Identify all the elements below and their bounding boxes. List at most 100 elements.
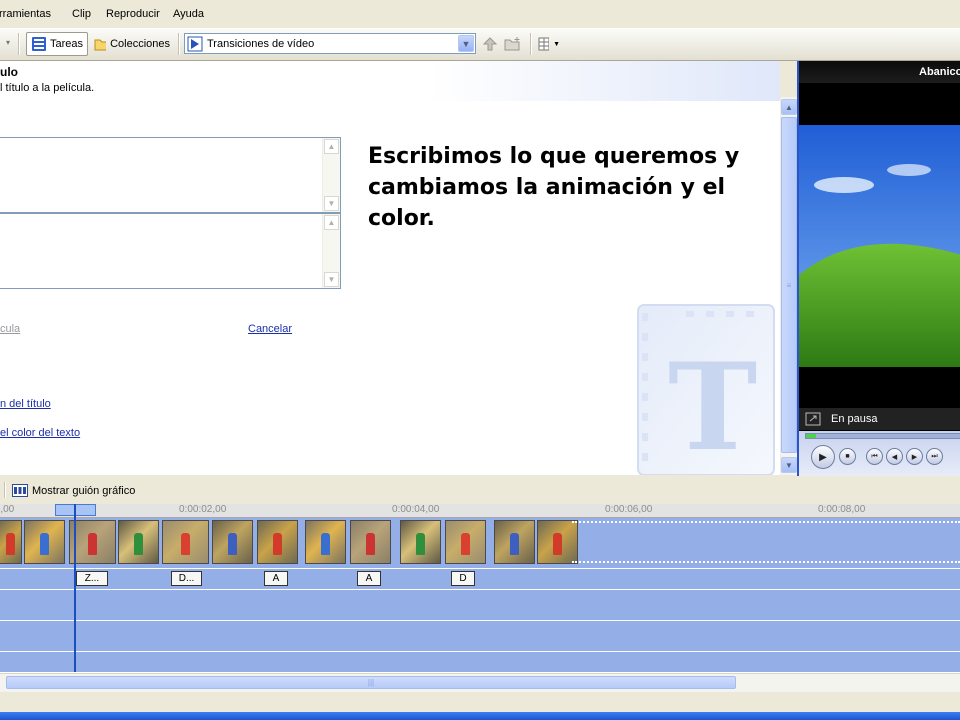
video-clip-thumbnail[interactable] bbox=[24, 520, 65, 564]
ruler-tick: 0:00:02,00 bbox=[179, 504, 227, 515]
rewind-button[interactable]: ◀ bbox=[886, 448, 903, 465]
video-clip-thumbnail[interactable] bbox=[400, 520, 441, 564]
ruler-tick: ),00 bbox=[0, 504, 15, 515]
title-clip[interactable]: D... bbox=[171, 571, 202, 586]
instruction-callout: Escribimos lo que queremos y cambiamos l… bbox=[368, 144, 740, 231]
folder-up-icon[interactable] bbox=[482, 36, 498, 52]
title-clip[interactable]: Z... bbox=[76, 571, 108, 586]
scroll-up-icon[interactable]: ▲ bbox=[324, 215, 339, 230]
title-clip[interactable]: D bbox=[451, 571, 475, 586]
toolbar-separator bbox=[178, 33, 180, 55]
video-clip-thumbnail[interactable] bbox=[445, 520, 486, 564]
show-storyboard-button[interactable]: Mostrar guión gráfico bbox=[12, 484, 135, 497]
view-options-button[interactable]: ▼ bbox=[534, 32, 564, 56]
music-track[interactable] bbox=[0, 621, 960, 652]
task-header: ulo l título a la película. bbox=[0, 61, 780, 101]
textarea-scrollbar[interactable]: ▲ ▼ bbox=[322, 138, 340, 212]
timeline-toolbar: Mostrar guión gráfico bbox=[0, 477, 960, 504]
collection-select-value: Transiciones de vídeo bbox=[207, 37, 315, 50]
textarea-scrollbar[interactable]: ▲ ▼ bbox=[322, 214, 340, 288]
previous-button[interactable]: ⏮ bbox=[866, 448, 883, 465]
toolbar-separator bbox=[530, 33, 532, 55]
clip-figure bbox=[553, 533, 562, 555]
audio-track[interactable] bbox=[0, 590, 960, 621]
title-clip[interactable]: A bbox=[357, 571, 381, 586]
scroll-down-icon[interactable]: ▼ bbox=[324, 272, 339, 287]
svg-text:T: T bbox=[668, 337, 757, 475]
windows-taskbar bbox=[0, 712, 960, 720]
monitor-status-bar: En pausa bbox=[799, 408, 960, 430]
video-clip-thumbnail[interactable] bbox=[0, 520, 22, 564]
video-clip-thumbnail[interactable] bbox=[162, 520, 209, 564]
task-title: ulo bbox=[0, 65, 18, 79]
title-overlay-track[interactable]: Z... D... A A D bbox=[0, 569, 960, 590]
clip-figure bbox=[6, 533, 15, 555]
clip-figure bbox=[273, 533, 282, 555]
new-folder-icon[interactable] bbox=[504, 36, 522, 52]
task-pane-scrollbar[interactable]: ▲ ≡ ▼ bbox=[780, 97, 797, 475]
scrollbar-thumb[interactable]: ≡ bbox=[781, 117, 797, 453]
monitor-title-bar: Abanico bbox=[799, 61, 960, 83]
toolbar-separator bbox=[4, 482, 6, 498]
video-clip-thumbnail[interactable] bbox=[118, 520, 159, 564]
tasks-label: Tareas bbox=[49, 38, 83, 50]
playhead[interactable] bbox=[74, 504, 76, 672]
menu-ayuda[interactable]: Ayuda bbox=[173, 8, 204, 20]
menu-clip[interactable]: Clip bbox=[72, 8, 91, 20]
stop-button[interactable]: ■ bbox=[839, 448, 856, 465]
collection-select[interactable]: Transiciones de vídeo ▼ bbox=[184, 33, 476, 54]
clip-figure bbox=[510, 533, 519, 555]
clip-figure bbox=[134, 533, 143, 555]
tasks-button[interactable]: Tareas bbox=[26, 32, 88, 56]
video-clip-thumbnail[interactable] bbox=[305, 520, 346, 564]
scroll-up-icon[interactable]: ▲ bbox=[324, 139, 339, 154]
clip-figure bbox=[416, 533, 425, 555]
view-grid-icon bbox=[538, 37, 550, 51]
video-clip-thumbnail[interactable] bbox=[69, 520, 116, 564]
forward-button[interactable]: ▶ bbox=[906, 448, 923, 465]
menu-herramientas[interactable]: rramientas bbox=[0, 8, 51, 20]
ruler-tick: 0:00:06,00 bbox=[605, 504, 653, 515]
folder-icon bbox=[94, 39, 107, 51]
subtitle-text-input[interactable]: ▲ ▼ bbox=[0, 213, 341, 289]
add-title-to-movie-link[interactable]: cula bbox=[0, 323, 20, 335]
timeline-scrollbar[interactable]: ||| bbox=[0, 673, 960, 692]
preview-monitor: Abanico En pausa ▶ ■ ⏮ ◀ ▶ ⏭ bbox=[797, 61, 960, 476]
title-watermark-icon: T bbox=[637, 304, 775, 475]
video-clip-thumbnail[interactable] bbox=[212, 520, 253, 564]
clip-figure bbox=[181, 533, 190, 555]
seek-bar[interactable] bbox=[805, 433, 960, 439]
menu-reproducir[interactable]: Reproducir bbox=[106, 8, 160, 20]
scroll-down-icon[interactable]: ▼ bbox=[324, 196, 339, 211]
seek-thumb[interactable] bbox=[806, 434, 816, 438]
video-clip-thumbnail[interactable] bbox=[494, 520, 535, 564]
change-text-color-link[interactable]: el color del texto bbox=[0, 427, 80, 439]
clip-figure bbox=[321, 533, 330, 555]
video-clip-thumbnail[interactable] bbox=[257, 520, 298, 564]
playback-controls: ▶ ■ ⏮ ◀ ▶ ⏭ bbox=[799, 431, 960, 476]
next-button[interactable]: ⏭ bbox=[926, 448, 943, 465]
scroll-down-icon[interactable]: ▼ bbox=[781, 457, 797, 473]
title-text-input[interactable]: ▲ ▼ bbox=[0, 137, 341, 213]
change-title-animation-link[interactable]: n del título bbox=[0, 398, 51, 410]
extra-track[interactable] bbox=[0, 652, 960, 673]
preview-screen bbox=[799, 125, 960, 367]
title-clip[interactable]: A bbox=[264, 571, 288, 586]
chevron-down-icon: ▼ bbox=[553, 40, 560, 48]
collections-button[interactable]: Colecciones bbox=[90, 32, 174, 56]
scrollbar-thumb[interactable]: ||| bbox=[6, 676, 736, 689]
play-button[interactable]: ▶ bbox=[811, 445, 835, 469]
chevron-down-icon[interactable]: ▾ bbox=[6, 38, 10, 47]
empty-track-area bbox=[572, 521, 960, 563]
monitor-title: Abanico bbox=[919, 66, 960, 78]
video-clip-thumbnail[interactable] bbox=[350, 520, 391, 564]
scroll-up-icon[interactable]: ▲ bbox=[781, 99, 797, 115]
task-pane: ulo l título a la película. ▲ ▼ ▲ ▼ Escr… bbox=[0, 61, 780, 475]
task-subtitle: l título a la película. bbox=[0, 82, 95, 94]
chevron-down-icon[interactable]: ▼ bbox=[458, 35, 474, 52]
tasks-icon bbox=[32, 37, 46, 51]
video-track[interactable] bbox=[0, 518, 960, 569]
cancel-link[interactable]: Cancelar bbox=[248, 323, 292, 335]
fullscreen-icon[interactable] bbox=[805, 412, 821, 426]
timeline-ruler[interactable]: ),00 0:00:02,00 0:00:04,00 0:00:06,00 0:… bbox=[0, 504, 960, 518]
